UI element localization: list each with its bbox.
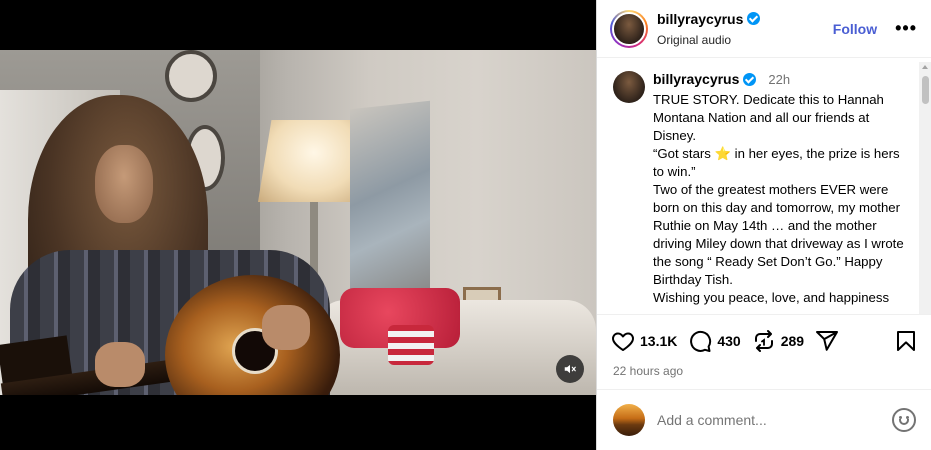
- scroll-up-arrow-icon[interactable]: [922, 65, 928, 69]
- like-button[interactable]: [611, 329, 635, 353]
- add-comment-bar: [597, 389, 931, 450]
- share-icon: [816, 331, 839, 351]
- caption-avatar[interactable]: [613, 71, 645, 103]
- post-side-panel: billyraycyrus Original audio Follow ••• …: [596, 0, 931, 450]
- repost-button[interactable]: [752, 329, 776, 353]
- media-pane: [0, 0, 596, 450]
- emoji-icon[interactable]: [892, 408, 916, 432]
- comment-icon: [690, 330, 712, 352]
- comment-count[interactable]: 430: [717, 333, 740, 349]
- author-username[interactable]: billyraycyrus: [657, 11, 743, 27]
- current-user-avatar: [613, 404, 645, 436]
- verified-badge-icon: [747, 12, 761, 25]
- like-count[interactable]: 13.1K: [640, 333, 677, 349]
- star-emoji: ⭐: [714, 146, 731, 161]
- repost-icon: [754, 330, 773, 352]
- caption-item: billyraycyrus 22h TRUE STORY. Dedicate t…: [613, 71, 911, 307]
- comments-scroll-area[interactable]: billyraycyrus 22h TRUE STORY. Dedicate t…: [597, 58, 931, 310]
- caption-timestamp[interactable]: 22h: [768, 72, 790, 87]
- more-options-icon[interactable]: •••: [895, 18, 917, 39]
- heart-icon: [612, 332, 634, 351]
- caption-username[interactable]: billyraycyrus: [653, 71, 739, 87]
- author-avatar[interactable]: [610, 9, 648, 48]
- post-time-ago[interactable]: 22 hours ago: [611, 364, 918, 378]
- verified-badge-icon: [743, 72, 757, 86]
- video-player[interactable]: [0, 50, 596, 395]
- speaker-muted-icon: [564, 364, 576, 374]
- audio-label[interactable]: Original audio: [657, 33, 833, 47]
- mute-button[interactable]: [556, 355, 584, 383]
- share-button[interactable]: [815, 329, 839, 353]
- repost-count[interactable]: 289: [781, 333, 804, 349]
- follow-button[interactable]: Follow: [833, 21, 877, 37]
- save-button[interactable]: [894, 329, 918, 353]
- bookmark-icon: [897, 331, 915, 351]
- scrollbar-thumb[interactable]: [922, 76, 929, 104]
- scrollbar[interactable]: [919, 62, 931, 314]
- comment-input[interactable]: [657, 412, 892, 428]
- post-actions: 13.1K 430 289 22 hours ago: [597, 314, 931, 389]
- comment-button[interactable]: [688, 329, 712, 353]
- post-header: billyraycyrus Original audio Follow •••: [597, 0, 931, 58]
- caption-text: TRUE STORY. Dedicate this to Hannah Mont…: [653, 92, 904, 305]
